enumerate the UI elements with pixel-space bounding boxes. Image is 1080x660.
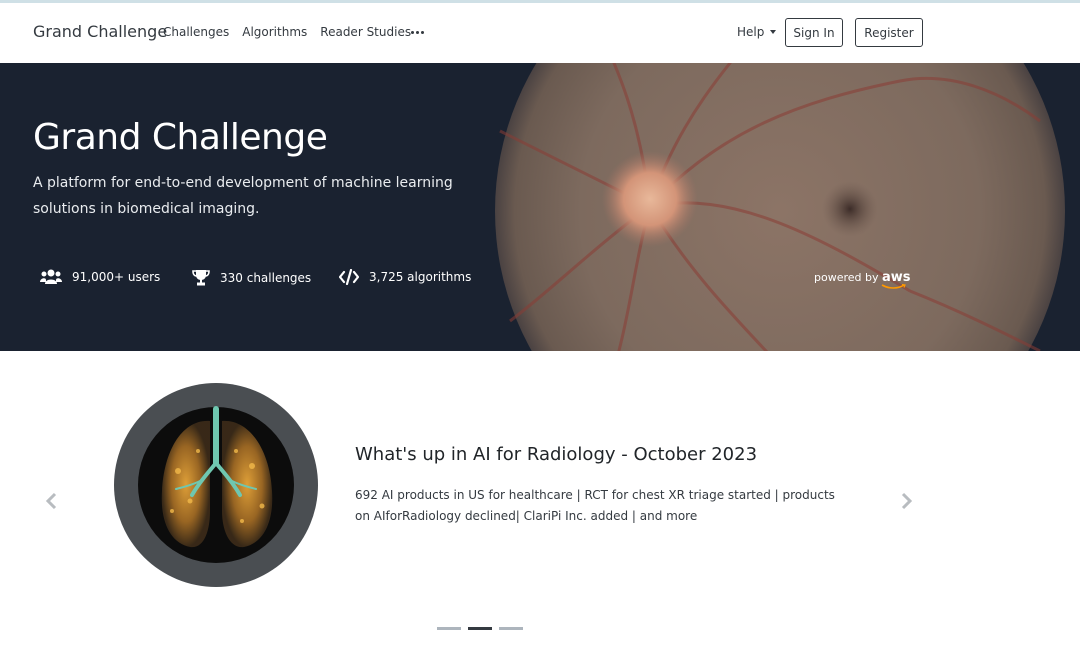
help-label: Help xyxy=(737,25,765,39)
trophy-icon xyxy=(192,270,210,286)
stat-algorithms-label: 3,725 algorithms xyxy=(369,270,472,284)
stat-users: 91,000+ users xyxy=(40,269,160,285)
powered-by-label: powered by xyxy=(814,271,879,284)
news-carousel: What's up in AI for Radiology - October … xyxy=(0,351,1080,660)
nav-link-reader-studies[interactable]: Reader Studies xyxy=(320,25,411,39)
register-button[interactable]: Register xyxy=(855,18,923,47)
slide-title[interactable]: What's up in AI for Radiology - October … xyxy=(355,444,757,465)
stat-challenges: 330 challenges xyxy=(192,269,311,286)
nav-link-algorithms[interactable]: Algorithms xyxy=(242,25,307,39)
aws-logo: aws xyxy=(881,270,911,289)
users-icon xyxy=(40,269,62,284)
carousel-indicator-3[interactable] xyxy=(499,627,523,630)
caret-down-icon xyxy=(770,30,777,34)
aws-smile-icon xyxy=(881,284,906,289)
brand-link[interactable]: Grand Challenge xyxy=(33,22,167,41)
chevron-right-icon[interactable] xyxy=(898,491,914,511)
powered-by-aws[interactable]: powered by aws xyxy=(814,270,911,289)
slide-text: 692 AI products in US for healthcare | R… xyxy=(355,488,835,523)
carousel-indicators xyxy=(437,627,523,630)
sign-in-button[interactable]: Sign In xyxy=(785,18,843,47)
nav-link-challenges[interactable]: Challenges xyxy=(163,25,229,39)
navbar: Grand Challenge Challenges Algorithms Re… xyxy=(0,3,1080,63)
hero-subtitle: A platform for end-to-end development of… xyxy=(33,175,453,217)
ellipsis-icon[interactable] xyxy=(410,25,426,39)
retina-fundus-image xyxy=(495,63,1065,351)
help-dropdown[interactable]: Help xyxy=(737,25,777,39)
stat-users-label: 91,000+ users xyxy=(72,270,161,284)
code-icon xyxy=(339,269,359,285)
chevron-left-icon[interactable] xyxy=(44,491,60,511)
nav-links: Challenges Algorithms Reader Studies xyxy=(163,25,411,39)
aws-logo-text: aws xyxy=(882,270,911,285)
lungs-scan-image[interactable] xyxy=(112,381,320,589)
carousel-indicator-1[interactable] xyxy=(437,627,461,630)
carousel-indicator-2[interactable] xyxy=(468,627,492,630)
stat-algorithms: 3,725 algorithms xyxy=(339,269,471,285)
hero-title: Grand Challenge xyxy=(33,117,328,158)
stat-challenges-label: 330 challenges xyxy=(220,270,312,285)
hero-banner: Grand Challenge A platform for end-to-en… xyxy=(0,63,1080,351)
